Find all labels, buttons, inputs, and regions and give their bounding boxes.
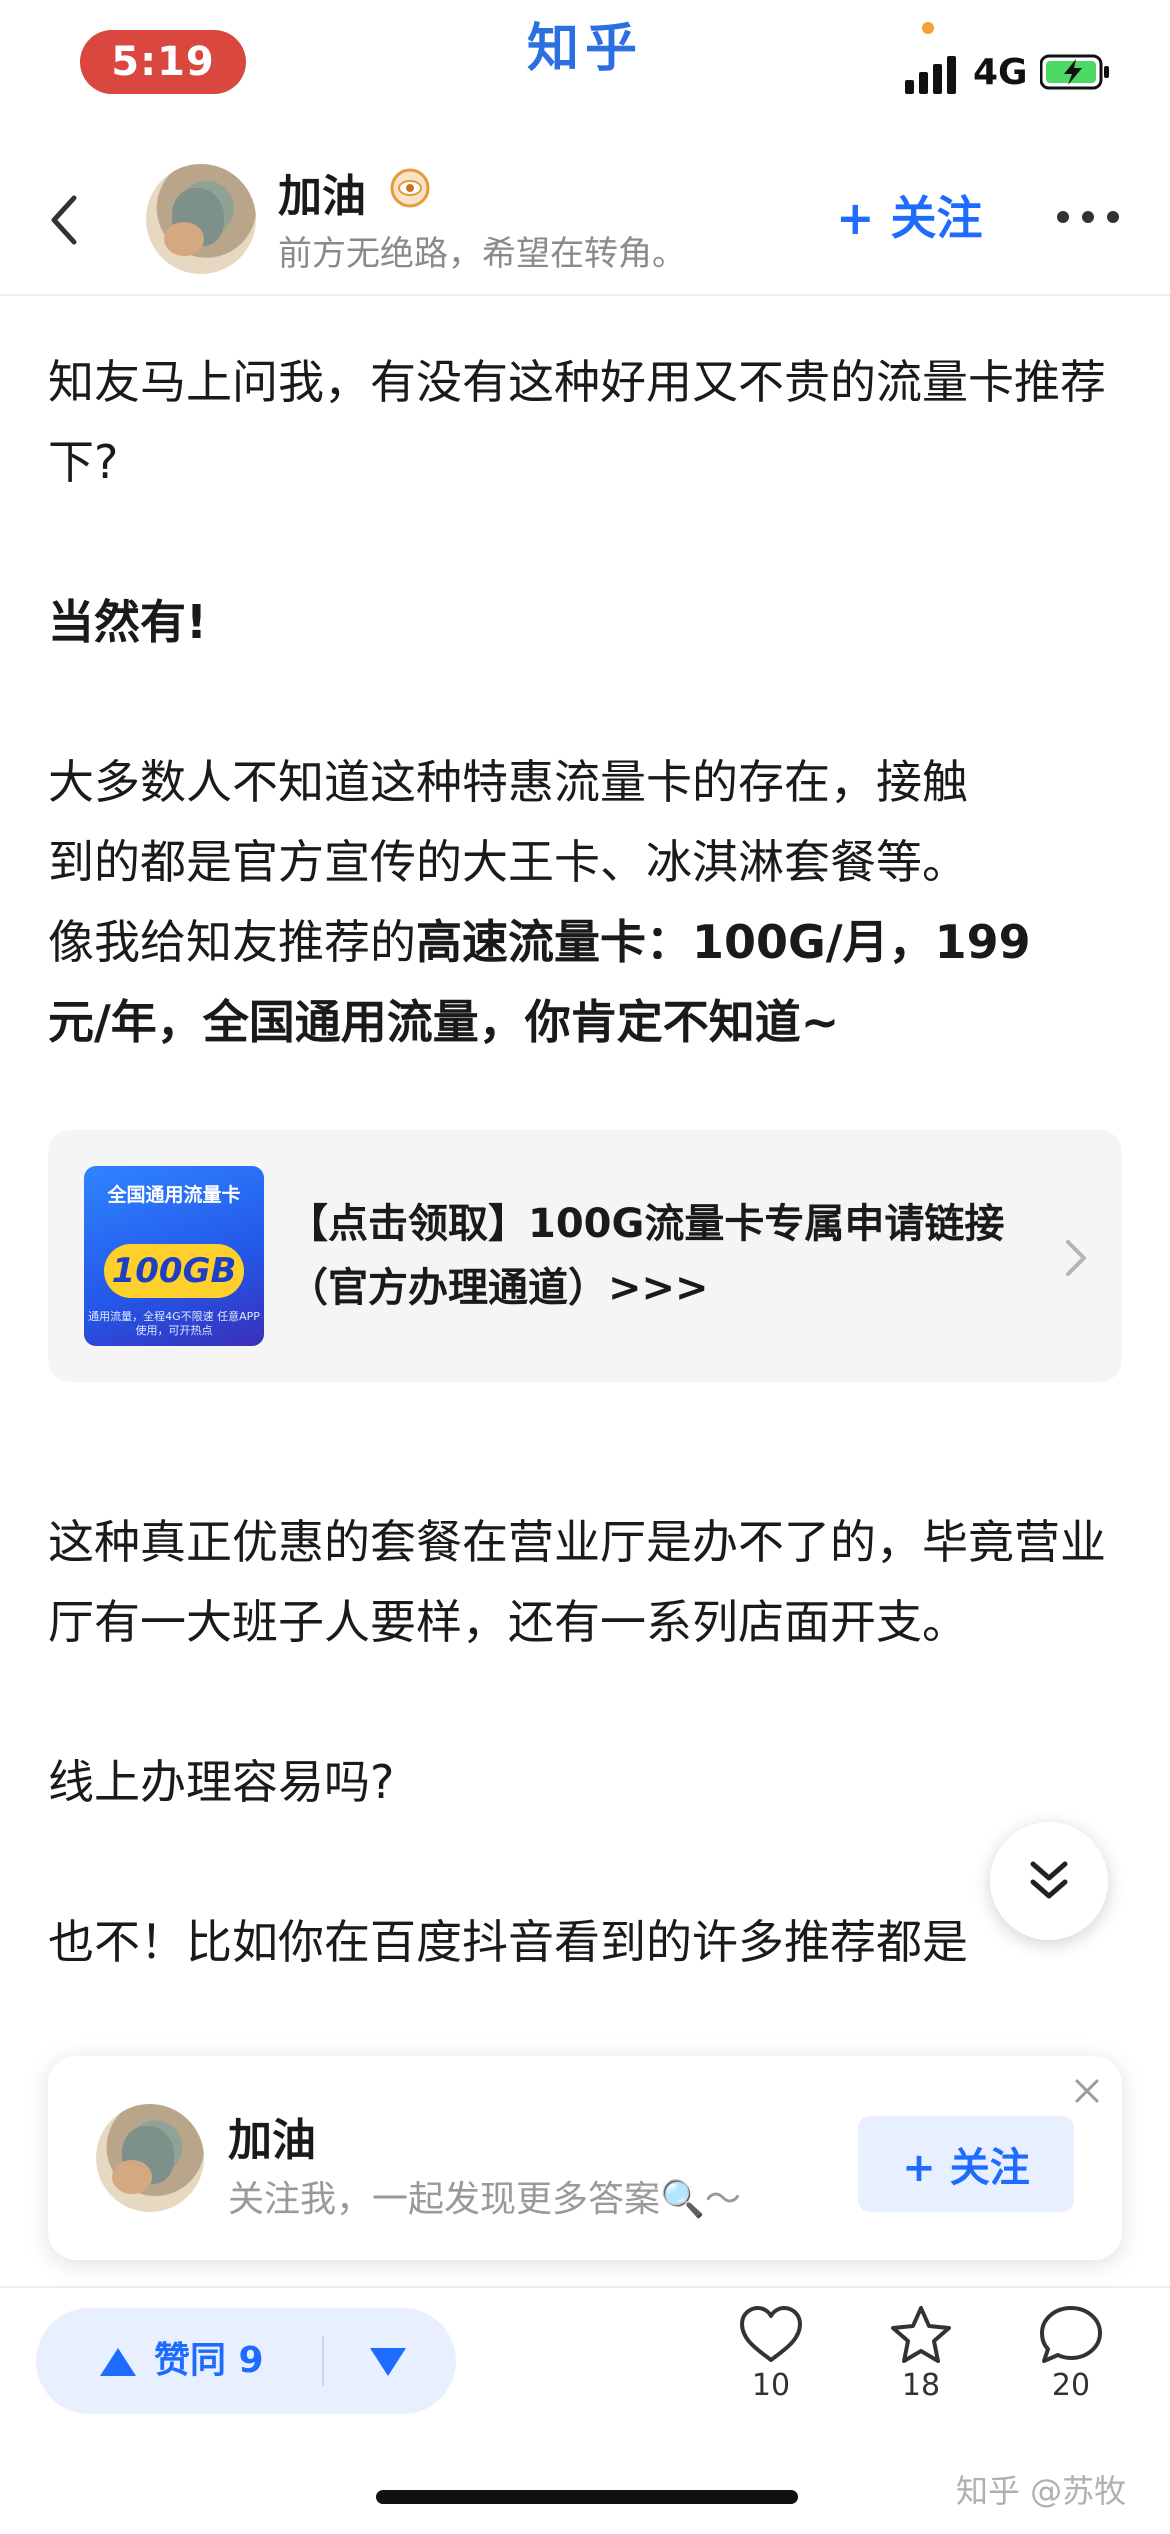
paragraph: 这种真正优惠的套餐在营业厅是办不了的，毕竟营业厅有一大班子人要样，还有一系列店面… <box>48 1515 1106 1649</box>
author-name[interactable]: 加油 <box>278 160 366 224</box>
watermark: 知乎 @苏牧 <box>956 2472 1127 2510</box>
text-line: 大多数人不知道这种特惠流量卡的存在，接触 <box>48 755 968 809</box>
downvote-icon[interactable] <box>368 2346 408 2378</box>
card-link-text[interactable]: 【点击领取】100G流量卡专属申请链接（官方办理通道）>>> <box>288 1192 1008 1320</box>
thumb-amount: 100GB <box>104 1244 244 1298</box>
card-thumbnail: 全国通用流量卡 100GB 通用流量，全程4G不限速 任意APP使用，可开热点 <box>84 1166 264 1346</box>
comment-button[interactable]: 20 <box>1026 2304 1116 2403</box>
vote-divider <box>322 2336 324 2386</box>
comment-bubble-icon <box>1040 2306 1102 2363</box>
like-count: 10 <box>751 2368 791 2403</box>
bold-text: 高速流量卡：100G/月，199 <box>416 915 1031 969</box>
thumb-note: 通用流量，全程4G不限速 任意APP使用，可开热点 <box>88 1310 260 1337</box>
status-bar: 5:19 知乎 4G <box>0 0 1170 130</box>
paragraph: 大多数人不知道这种特惠流量卡的存在，接触 到的都是官方宣传的大王卡、冰淇淋套餐等… <box>48 742 1128 1062</box>
like-button[interactable]: 10 <box>726 2304 816 2403</box>
card-author-avatar[interactable] <box>96 2104 204 2212</box>
back-arrow-icon[interactable] <box>44 190 84 250</box>
more-options-icon[interactable] <box>1056 210 1120 224</box>
promo-link-card[interactable]: 全国通用流量卡 100GB 通用流量，全程4G不限速 任意APP使用，可开热点 … <box>48 1130 1122 1382</box>
card-follow-button[interactable]: + 关注 <box>858 2116 1074 2212</box>
chevron-right-icon <box>1066 1240 1086 1276</box>
privacy-indicator-dot <box>922 22 934 34</box>
paragraph: 当然有! <box>48 595 207 649</box>
upvote-icon[interactable] <box>98 2346 138 2378</box>
follow-button[interactable]: + 关注 <box>836 182 983 248</box>
favorite-count: 18 <box>901 2368 941 2403</box>
card-author-name[interactable]: 加油 <box>228 2104 316 2168</box>
star-icon <box>891 2306 951 2363</box>
network-type: 4G <box>973 52 1028 93</box>
author-avatar[interactable] <box>146 164 256 274</box>
eye-badge-icon <box>390 168 430 208</box>
heart-icon <box>740 2306 802 2362</box>
answer-content: 知友马上问我，有没有这种好用又不贵的流量卡推荐下? 当然有! 大多数人不知道这种… <box>48 342 1128 1062</box>
follow-author-card: 加油 关注我，一起发现更多答案🔍～ + 关注 <box>48 2056 1122 2260</box>
bold-text: 元/年，全国通用流量，你肯定不知道~ <box>48 995 840 1049</box>
double-chevron-down-icon <box>1030 1861 1068 1899</box>
favorite-button[interactable]: 18 <box>876 2304 966 2403</box>
paragraph: 知友马上问我，有没有这种好用又不贵的流量卡推荐下? <box>48 355 1106 489</box>
close-icon[interactable] <box>1072 2076 1102 2106</box>
text-line: 到的都是官方宣传的大王卡、冰淇淋套餐等。 <box>48 835 968 889</box>
signal-icon <box>905 56 956 94</box>
thumb-title: 全国通用流量卡 <box>107 1184 241 1206</box>
text-line: 像我给知友推荐的 <box>48 915 416 969</box>
upvote-button[interactable]: 赞同 9 <box>154 2336 264 2386</box>
author-signature: 前方无绝路，希望在转角。 <box>278 234 686 274</box>
scroll-down-button[interactable] <box>990 1822 1108 1940</box>
battery-charging-icon <box>1040 54 1109 90</box>
comment-count: 20 <box>1051 2368 1091 2403</box>
card-subtitle: 关注我，一起发现更多答案🔍～ <box>228 2179 741 2220</box>
home-indicator[interactable] <box>376 2490 798 2504</box>
paragraph: 也不！比如你在百度抖音看到的许多推荐都是 <box>48 1915 968 1969</box>
vote-pill: 赞同 9 <box>36 2308 456 2414</box>
author-header: 加油 前方无绝路，希望在转角。 + 关注 <box>0 150 1170 296</box>
answer-content-continued: 这种真正优惠的套餐在营业厅是办不了的，毕竟营业厅有一大班子人要样，还有一系列店面… <box>48 1502 1128 1982</box>
paragraph: 线上办理容易吗? <box>48 1755 395 1809</box>
